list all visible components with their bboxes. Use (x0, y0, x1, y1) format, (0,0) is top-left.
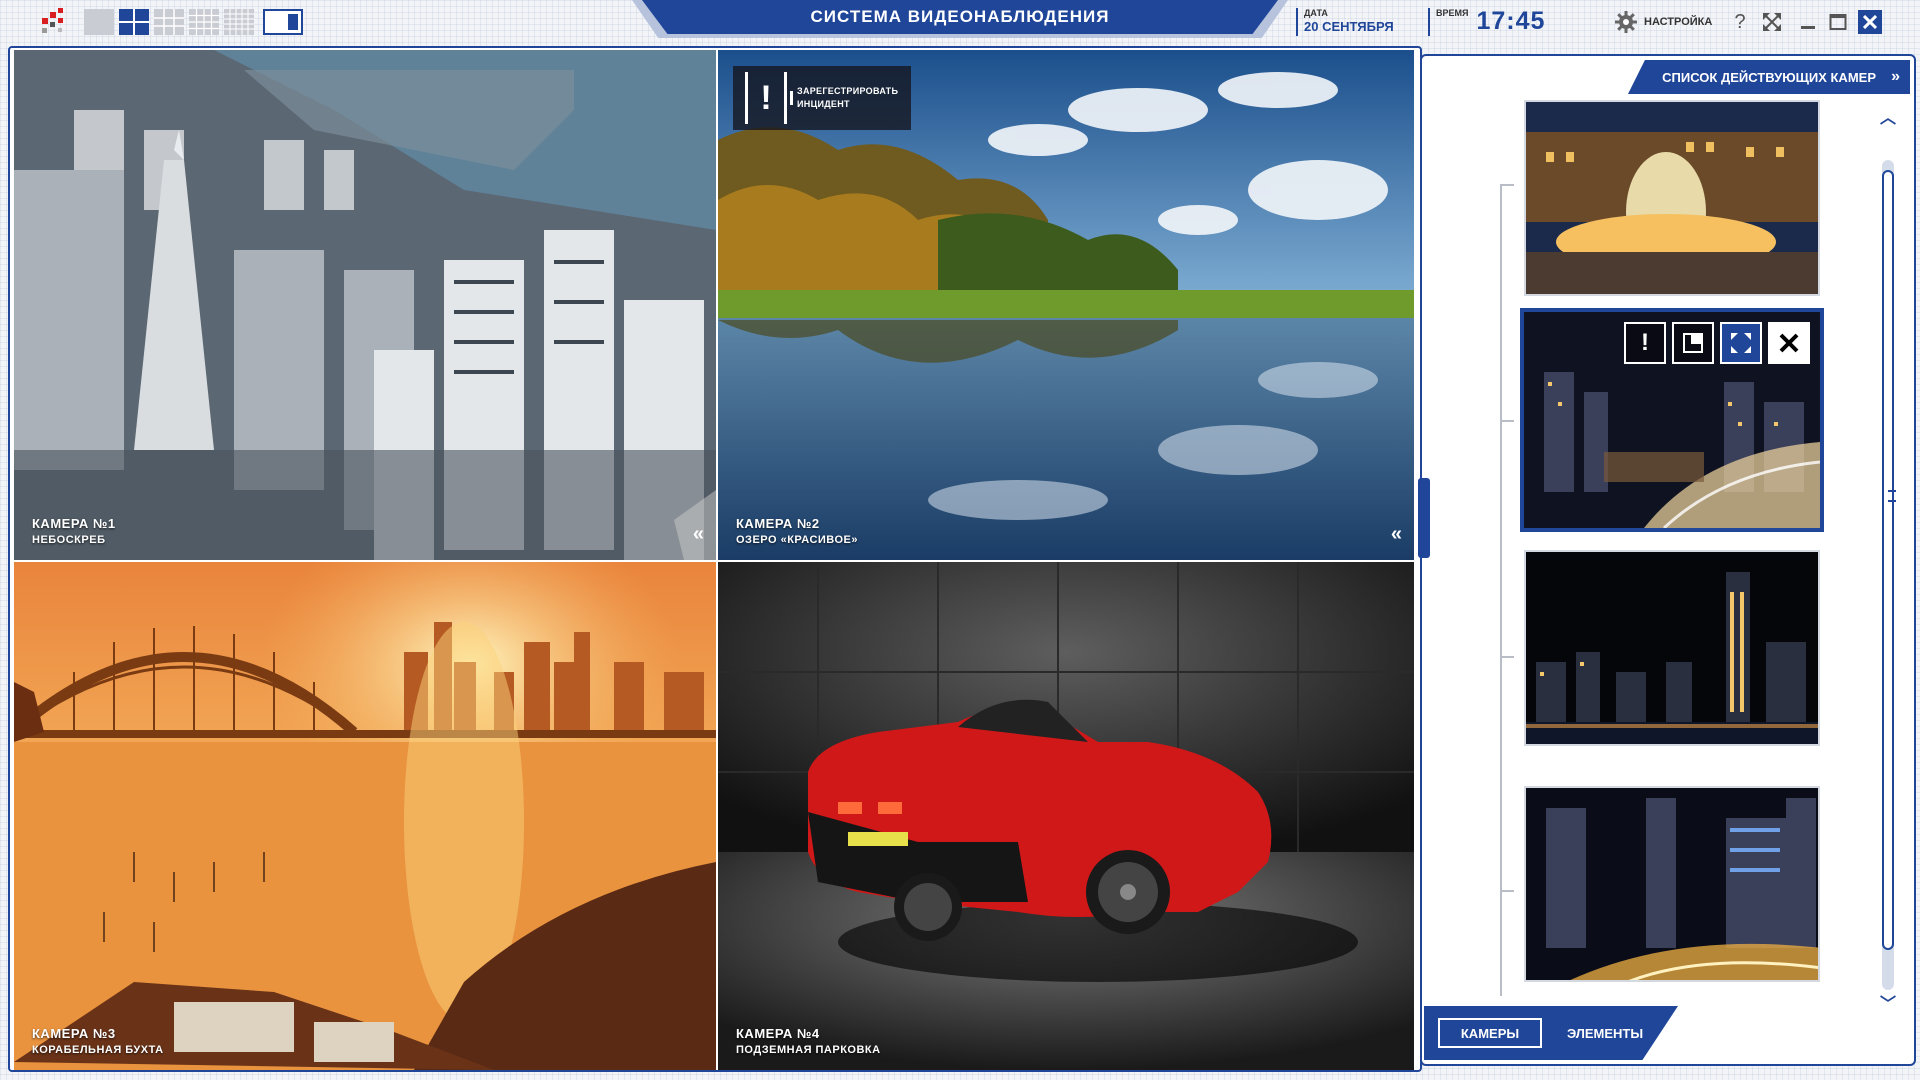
camera-3-name: КОРАБЕЛЬНАЯ БУХТА (32, 1044, 164, 1056)
popout-icon (1683, 333, 1703, 353)
camera-2-label: КАМЕРА №2 ОЗЕРО «КРАСИВОЕ» (736, 516, 858, 546)
camera-2-title: КАМЕРА №2 (736, 516, 820, 531)
thumbnail-1-image (1526, 102, 1818, 294)
camera-thumbnail-1[interactable] (1524, 100, 1820, 296)
layout-3x3-button[interactable] (154, 9, 184, 35)
tab-cameras[interactable]: КАМЕРЫ (1438, 1018, 1542, 1048)
fullscreen-button[interactable] (1760, 10, 1784, 34)
scroll-up-icon[interactable]: ︿ (1880, 104, 1896, 128)
grid-3x3-icon (154, 9, 184, 35)
camera-list-title: СПИСОК ДЕЙСТВУЮЩИХ КАМЕР (1662, 69, 1876, 85)
alert-icon: ! (1641, 329, 1649, 356)
camera-3-label: КАМЕРА №3 КОРАБЕЛЬНАЯ БУХТА (32, 1026, 164, 1056)
close-icon (1863, 15, 1877, 29)
panel-tabs: КАМЕРЫ ЭЛЕМЕНТЫ (1424, 1006, 1918, 1064)
camera-1-collapse-icon[interactable]: « (693, 523, 704, 546)
camera-1-name: НЕБОСКРЕБ (32, 534, 106, 546)
camera-4-image (718, 562, 1414, 1070)
thumb-close-button[interactable] (1768, 322, 1810, 364)
minimize-icon (1801, 26, 1815, 29)
scroll-thumb[interactable] (1882, 170, 1896, 950)
camera-2-name: ОЗЕРО «КРАСИВОЕ» (736, 534, 858, 546)
layout-4x4-button[interactable] (189, 9, 219, 35)
camera-4-name: ПОДЗЕМНАЯ ПАРКОВКА (736, 1044, 881, 1056)
camera-1-image (14, 50, 716, 560)
layout-1x1-button[interactable] (84, 9, 114, 35)
layout-5x5-button[interactable] (224, 9, 254, 35)
camera-thumbnail-2[interactable]: ! (1520, 308, 1824, 532)
app-title: СИСТЕМА ВИДЕОНАБЛЮДЕНИЯ (642, 0, 1278, 34)
logo-icon (42, 8, 63, 33)
grid-2x2-icon (119, 9, 149, 35)
camera-4-title: КАМЕРА №4 (736, 1026, 820, 1041)
tree-tick (1500, 890, 1514, 892)
tree-tick (1500, 420, 1514, 422)
register-incident-line2: ИНЦИДЕНТ (797, 99, 850, 109)
layout-2x2-button[interactable] (119, 9, 149, 35)
camera-2-collapse-icon[interactable]: « (1391, 523, 1402, 546)
layout-switcher (84, 9, 303, 35)
help-button[interactable]: ? (1728, 10, 1752, 34)
camera-feed-3[interactable]: КАМЕРА №3 КОРАБЕЛЬНАЯ БУХТА (14, 562, 716, 1070)
camera-feed-1[interactable]: КАМЕРА №1 НЕБОСКРЕБ « (14, 50, 716, 560)
layout-with-panel-button[interactable] (263, 9, 303, 35)
expand-icon (1731, 333, 1751, 353)
tab-elements[interactable]: ЭЛЕМЕНТЫ (1550, 1018, 1660, 1048)
gear-icon (1615, 11, 1637, 33)
close-window-button[interactable] (1858, 10, 1882, 34)
camera-3-title: КАМЕРА №3 (32, 1026, 116, 1041)
date-display: ДАТА 20 СЕНТЯБРЯ (1296, 8, 1394, 36)
tree-tick (1500, 656, 1514, 658)
top-bar: СИСТЕМА ВИДЕОНАБЛЮДЕНИЯ ДАТА 20 СЕНТЯБРЯ… (0, 0, 1920, 44)
camera-1-label: КАМЕРА №1 НЕБОСКРЕБ (32, 516, 116, 546)
chevron-right-icon[interactable]: » (1891, 68, 1900, 86)
grid-5x5-icon (224, 9, 254, 35)
close-icon (1779, 333, 1799, 353)
register-incident-label: ЗАРЕГЕСТРИРОВАТЬ ИНЦИДЕНТ (797, 85, 898, 111)
thumbnail-3-image (1526, 552, 1818, 744)
thumbnail-2-controls: ! (1624, 322, 1810, 364)
thumb-expand-button[interactable] (1720, 322, 1762, 364)
alert-icon: ! (745, 72, 793, 124)
camera-1-title: КАМЕРА №1 (32, 516, 116, 531)
minimize-button[interactable] (1796, 10, 1820, 34)
scroll-grip-icon (1888, 490, 1896, 502)
settings-button[interactable]: НАСТРОЙКА (1614, 10, 1712, 34)
settings-label: НАСТРОЙКА (1644, 16, 1713, 28)
thumb-alert-button[interactable]: ! (1624, 322, 1666, 364)
thumbnail-4-image (1526, 788, 1818, 980)
date-value: 20 СЕНТЯБРЯ (1304, 19, 1394, 34)
tree-connector (1500, 184, 1502, 996)
camera-4-label: КАМЕРА №4 ПОДЗЕМНАЯ ПАРКОВКА (736, 1026, 881, 1056)
register-incident-button[interactable]: ! ЗАРЕГЕСТРИРОВАТЬ ИНЦИДЕНТ (733, 66, 911, 130)
time-value: 17:45 (1476, 7, 1546, 35)
register-incident-line1: ЗАРЕГЕСТРИРОВАТЬ (797, 86, 899, 96)
panel-collapse-handle[interactable] (1418, 478, 1430, 558)
time-label: ВРЕМЯ (1436, 8, 1469, 18)
maximize-button[interactable] (1826, 10, 1850, 34)
thumb-popout-button[interactable] (1672, 322, 1714, 364)
camera-3-image (14, 562, 716, 1070)
camera-list-header: СПИСОК ДЕЙСТВУЮЩИХ КАМЕР » (1628, 60, 1910, 94)
date-label: ДАТА (1304, 8, 1328, 18)
grid-4x4-icon (189, 9, 219, 35)
camera-thumbnail-4[interactable] (1524, 786, 1820, 982)
camera-list-scrollbar[interactable] (1880, 160, 1896, 996)
time-display: ВРЕМЯ 17:45 (1428, 8, 1545, 36)
tree-tick (1500, 184, 1514, 186)
fullscreen-icon (1763, 13, 1781, 31)
camera-thumbnail-3[interactable] (1524, 550, 1820, 746)
camera-feed-4[interactable]: КАМЕРА №4 ПОДЗЕМНАЯ ПАРКОВКА (718, 562, 1414, 1070)
maximize-icon (1829, 14, 1847, 30)
